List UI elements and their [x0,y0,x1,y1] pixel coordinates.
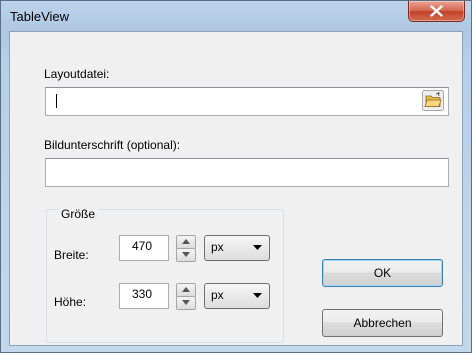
width-input[interactable]: 470 [119,235,169,261]
triangle-down-icon [182,300,190,305]
browse-button[interactable] [422,90,444,111]
width-spinner[interactable] [176,235,196,262]
height-unit-select[interactable]: px [204,283,270,309]
cancel-button[interactable]: Abbrechen [322,309,443,337]
triangle-down-icon [253,293,262,298]
triangle-up-icon [182,287,190,292]
width-unit-select[interactable]: px [204,235,270,261]
dialog-content: Layoutdatei: Bildunterschrift (optional)… [9,31,463,346]
size-groupbox [46,209,284,343]
height-input[interactable]: 330 [119,283,169,309]
layout-file-input[interactable] [45,87,449,116]
height-spin-down-button[interactable] [176,296,196,310]
height-unit-value: px [211,288,224,302]
dialog-window: TableView Layoutdatei: Bildunterschrift … [0,0,472,353]
height-spinner[interactable] [176,283,196,310]
height-spin-up-button[interactable] [176,283,196,297]
caption-label: Bildunterschrift (optional): [44,138,181,152]
width-spin-up-button[interactable] [176,235,196,249]
folder-open-icon [422,90,444,111]
triangle-down-icon [253,245,262,250]
size-group-legend: Größe [58,207,99,221]
layout-file-label: Layoutdatei: [44,67,110,81]
close-icon [430,5,443,17]
close-button[interactable] [408,1,465,22]
triangle-up-icon [182,239,190,244]
window-title: TableView [10,9,70,24]
ok-button[interactable]: OK [322,259,443,287]
width-label: Breite: [54,248,89,262]
caption-input[interactable] [45,158,449,187]
text-caret [56,94,57,108]
width-spin-down-button[interactable] [176,248,196,262]
width-unit-value: px [211,240,224,254]
triangle-down-icon [182,252,190,257]
height-label: Höhe: [54,295,87,309]
